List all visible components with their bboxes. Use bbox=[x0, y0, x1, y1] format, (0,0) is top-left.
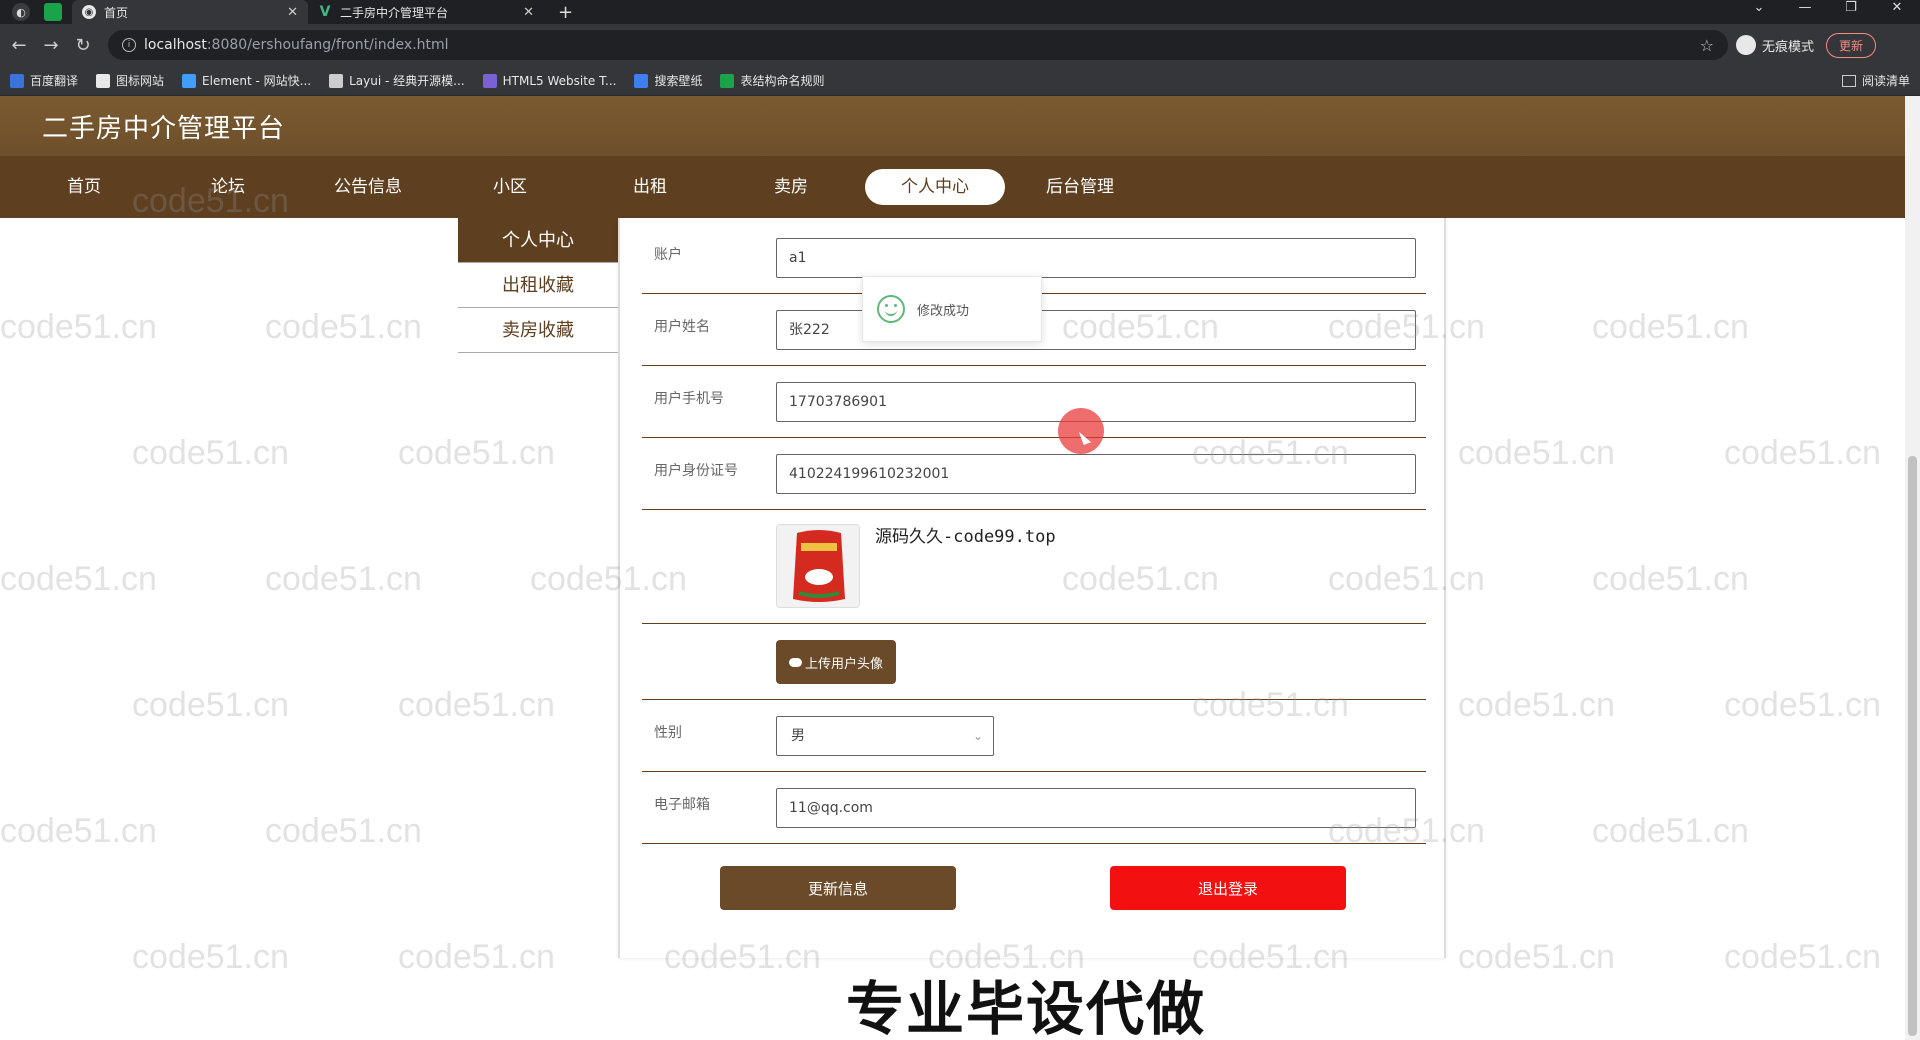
globe-icon: ◉ bbox=[82, 5, 96, 19]
bookmark-item[interactable]: Element - 网站快... bbox=[182, 72, 311, 89]
bookmark-item[interactable]: 表结构命名规则 bbox=[720, 72, 824, 89]
email-input[interactable]: 11@qq.com bbox=[776, 788, 1416, 828]
bookmark-star-icon[interactable]: ☆ bbox=[1700, 36, 1714, 55]
upload-avatar-button[interactable]: 上传用户头像 bbox=[776, 640, 896, 684]
rice-bag-image bbox=[777, 525, 859, 607]
window-controls: ⌄ — ❐ ✕ bbox=[1736, 0, 1920, 24]
page-content: 二手房中介管理平台 首页 论坛 公告信息 小区 出租 卖房 个人中心 后台管理 … bbox=[0, 96, 1905, 1040]
promo-text: 源码久久-code99.top bbox=[875, 527, 1056, 547]
idcard-input[interactable]: 410224199610232001 bbox=[776, 454, 1416, 494]
url-path: :8080/ershoufang/front/index.html bbox=[206, 37, 449, 53]
scrollbar-thumb[interactable] bbox=[1908, 456, 1917, 1036]
idcard-label: 用户身份证号 bbox=[654, 463, 738, 479]
flag-icon bbox=[96, 73, 111, 88]
minimize-icon[interactable]: — bbox=[1782, 0, 1828, 24]
element-icon bbox=[182, 73, 197, 88]
tab-label: 二手房中介管理平台 bbox=[340, 5, 449, 20]
form-row-email: 电子邮箱 11@qq.com bbox=[642, 772, 1426, 844]
account-input[interactable]: a1 bbox=[776, 238, 1416, 278]
smile-icon bbox=[877, 295, 905, 323]
browser-toolbar: ← → ↻ i localhost:8080/ershoufang/front/… bbox=[0, 24, 1920, 66]
close-window-icon[interactable]: ✕ bbox=[1874, 0, 1920, 24]
reading-list-icon bbox=[1841, 74, 1856, 87]
nav-sell[interactable]: 卖房 bbox=[721, 169, 861, 205]
vue-icon: V bbox=[319, 4, 331, 20]
reload-icon[interactable]: ↻ bbox=[70, 35, 96, 56]
gender-label: 性别 bbox=[654, 725, 682, 741]
avatar-preview bbox=[776, 524, 860, 608]
form-row-phone: 用户手机号 17703786901 bbox=[642, 366, 1426, 438]
close-icon[interactable]: ✕ bbox=[523, 5, 534, 20]
account-label: 账户 bbox=[654, 247, 682, 263]
side-item-rent-favorites[interactable]: 出租收藏 bbox=[458, 263, 618, 308]
nav-admin[interactable]: 后台管理 bbox=[1010, 169, 1150, 205]
incognito-indicator[interactable]: 无痕模式 bbox=[1736, 35, 1814, 55]
nav-community[interactable]: 小区 bbox=[440, 169, 580, 205]
bookmark-item[interactable]: Layui - 经典开源模... bbox=[329, 72, 465, 89]
upload-label: 上传用户头像 bbox=[804, 655, 883, 671]
username-label: 用户姓名 bbox=[654, 319, 710, 335]
page-scrollbar[interactable] bbox=[1905, 96, 1920, 1040]
side-item-profile[interactable]: 个人中心 bbox=[458, 218, 618, 263]
gender-select[interactable]: 男 ⌄ bbox=[776, 716, 994, 756]
tab-search-icon[interactable]: ⌄ bbox=[1736, 0, 1782, 24]
incognito-label: 无痕模式 bbox=[1762, 39, 1815, 55]
bookmark-item[interactable]: HTML5 Website T... bbox=[482, 73, 616, 88]
video-caption: 专业毕设代做 bbox=[846, 975, 1207, 1040]
logout-button[interactable]: 退出登录 bbox=[1110, 866, 1346, 910]
cloud-upload-icon bbox=[788, 657, 802, 667]
email-label: 电子邮箱 bbox=[654, 797, 710, 813]
url-host: localhost bbox=[144, 37, 207, 53]
incognito-icon bbox=[1736, 35, 1756, 55]
info-icon[interactable]: i bbox=[122, 38, 136, 52]
tab-home[interactable]: ◉ 首页 ✕ bbox=[72, 0, 308, 24]
site-nav: 首页 论坛 公告信息 小区 出租 卖房 个人中心 后台管理 bbox=[0, 156, 1905, 218]
side-item-sell-favorites[interactable]: 卖房收藏 bbox=[458, 308, 618, 353]
app-tab-icon[interactable] bbox=[44, 3, 62, 21]
bookmark-item[interactable]: 百度翻译 bbox=[10, 72, 78, 89]
nav-rent[interactable]: 出租 bbox=[580, 169, 720, 205]
bookmark-item[interactable]: 图标网站 bbox=[96, 72, 164, 89]
update-browser-button[interactable]: 更新 bbox=[1826, 32, 1877, 58]
site-header: 二手房中介管理平台 bbox=[0, 96, 1905, 156]
nav-forum[interactable]: 论坛 bbox=[158, 169, 298, 205]
tab-label: 首页 bbox=[104, 5, 129, 20]
reading-list-button[interactable]: 阅读清单 bbox=[1841, 72, 1910, 89]
browser-menu-icon[interactable]: ◐ bbox=[12, 3, 30, 21]
close-icon[interactable]: ✕ bbox=[287, 5, 298, 20]
side-menu: 个人中心 出租收藏 卖房收藏 bbox=[458, 218, 618, 353]
bookmarks-bar: 百度翻译 图标网站 Element - 网站快... Layui - 经典开源模… bbox=[0, 66, 1920, 96]
nav-profile[interactable]: 个人中心 bbox=[865, 169, 1005, 205]
back-icon[interactable]: ← bbox=[6, 35, 32, 56]
new-tab-button[interactable]: + bbox=[558, 2, 573, 23]
gender-value: 男 bbox=[791, 728, 805, 744]
layui-icon bbox=[329, 73, 344, 88]
form-row-gender: 性别 男 ⌄ bbox=[642, 700, 1426, 772]
site-title: 二手房中介管理平台 bbox=[42, 114, 286, 144]
html5-icon bbox=[482, 73, 497, 88]
toast-message: 修改成功 bbox=[917, 303, 970, 319]
sheet-icon bbox=[720, 73, 735, 88]
form-row-idcard: 用户身份证号 410224199610232001 bbox=[642, 438, 1426, 510]
tab-platform[interactable]: V 二手房中介管理平台 ✕ bbox=[308, 0, 544, 24]
address-bar[interactable]: i localhost:8080/ershoufang/front/index.… bbox=[108, 30, 1728, 60]
nav-notices[interactable]: 公告信息 bbox=[298, 169, 438, 205]
restore-icon[interactable]: ❐ bbox=[1828, 0, 1874, 24]
form-row-upload: 上传用户头像 bbox=[642, 624, 1426, 700]
success-toast: 修改成功 bbox=[862, 276, 1042, 342]
chevron-down-icon: ⌄ bbox=[972, 729, 983, 743]
update-info-button[interactable]: 更新信息 bbox=[720, 866, 956, 910]
phone-label: 用户手机号 bbox=[654, 391, 724, 407]
wallpaper-icon bbox=[634, 73, 649, 88]
translate-icon bbox=[10, 73, 24, 88]
nav-home[interactable]: 首页 bbox=[14, 169, 154, 205]
browser-tabbar: ◐ ◉ 首页 ✕ V 二手房中介管理平台 ✕ + ⌄ — ❐ ✕ bbox=[0, 0, 1920, 24]
forward-icon[interactable]: → bbox=[38, 35, 64, 56]
bookmark-item[interactable]: 搜索壁纸 bbox=[634, 72, 702, 89]
